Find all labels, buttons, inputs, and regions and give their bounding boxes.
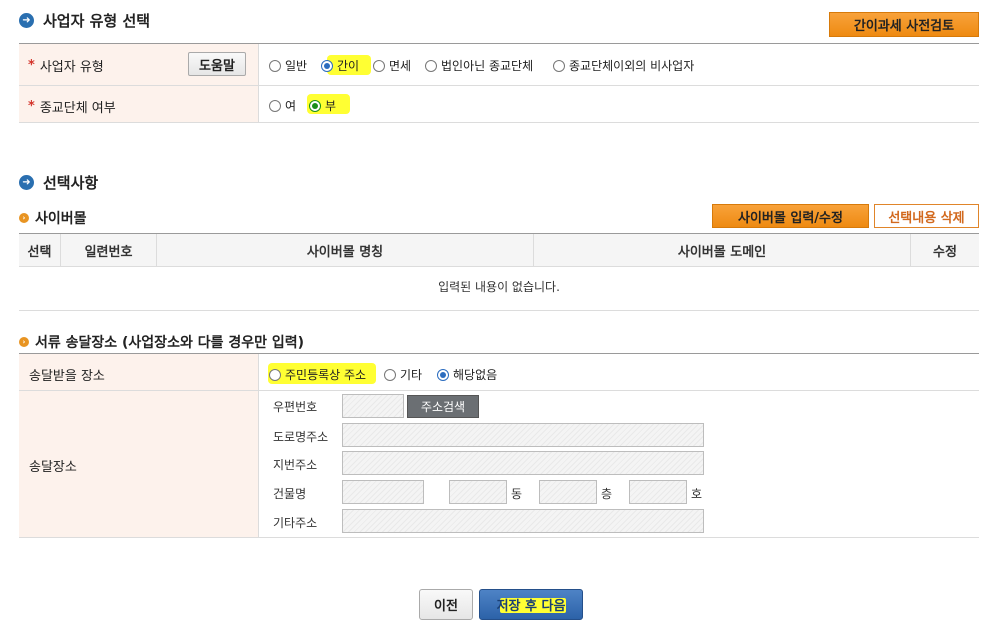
- receive-option-other[interactable]: 기타: [384, 366, 422, 383]
- radio-checked-icon[interactable]: [321, 59, 333, 72]
- lot-address-label: 지번주소: [273, 458, 318, 472]
- save-and-next-label: 저장 후 다음: [496, 599, 566, 614]
- ho-unit: 호: [691, 487, 703, 501]
- address-search-button[interactable]: 주소검색: [407, 395, 479, 418]
- required-mark: *: [28, 99, 35, 114]
- zip-label: 우편번호: [273, 400, 318, 414]
- religious-option-yes[interactable]: 여: [269, 97, 296, 114]
- floor-input[interactable]: [539, 480, 597, 504]
- divider: [19, 390, 979, 391]
- radio-icon[interactable]: [373, 59, 385, 72]
- divider: [19, 266, 979, 267]
- arrow-right-circle-icon: ➜: [19, 13, 34, 28]
- optional-section-title: ➜ 선택사항: [19, 172, 98, 193]
- business-type-option-religious-nonprofit[interactable]: 법인아닌 종교단체: [425, 57, 533, 74]
- ho-input[interactable]: [629, 480, 687, 504]
- business-type-label: * 사업자 유형: [28, 58, 104, 75]
- column-header-mall-name: 사이버몰 명칭: [157, 234, 534, 266]
- business-type-option-general[interactable]: 일반: [269, 57, 307, 74]
- receive-place-label: 송달받을 장소: [29, 369, 105, 384]
- zip-input[interactable]: [342, 394, 404, 418]
- building-name-input[interactable]: [342, 480, 424, 504]
- radio-icon[interactable]: [384, 368, 396, 381]
- bullet-circle-icon: ›: [19, 337, 29, 347]
- dong-unit: 동: [511, 487, 523, 501]
- divider: [19, 85, 979, 86]
- business-type-option-simplified[interactable]: 간이: [321, 57, 359, 74]
- cybermall-edit-button[interactable]: 사이버몰 입력/수정: [712, 204, 869, 228]
- divider: [19, 537, 979, 538]
- radio-icon[interactable]: [269, 99, 281, 112]
- bullet-circle-icon: ›: [19, 213, 29, 223]
- cybermall-subtitle: › 사이버몰: [19, 208, 87, 228]
- business-type-option-non-business[interactable]: 종교단체이외의 비사업자: [553, 57, 694, 74]
- radio-icon[interactable]: [269, 59, 281, 72]
- required-mark: *: [28, 58, 35, 73]
- save-and-next-button[interactable]: 저장 후 다음: [479, 589, 583, 620]
- dong-input[interactable]: [449, 480, 507, 504]
- radio-icon[interactable]: [553, 59, 565, 72]
- religious-option-no[interactable]: 부: [309, 97, 336, 114]
- receive-option-none[interactable]: 해당없음: [437, 366, 497, 383]
- other-address-label: 기타주소: [273, 516, 318, 530]
- column-header-edit: 수정: [911, 234, 979, 266]
- column-header-serial: 일련번호: [61, 234, 157, 266]
- delete-selection-button[interactable]: 선택내용 삭제: [874, 204, 979, 228]
- other-address-input[interactable]: [342, 509, 704, 533]
- empty-table-message: 입력된 내용이 없습니다.: [438, 280, 560, 294]
- divider: [19, 122, 979, 123]
- building-name-label: 건물명: [273, 487, 307, 501]
- previous-button[interactable]: 이전: [419, 589, 473, 620]
- road-address-input[interactable]: [342, 423, 704, 447]
- radio-checked-icon[interactable]: [309, 99, 321, 112]
- help-button[interactable]: 도움말: [188, 52, 246, 76]
- divider: [258, 354, 259, 537]
- floor-unit: 층: [601, 487, 613, 501]
- delivery-place-label: 송달장소: [29, 460, 77, 475]
- receive-option-resident-address[interactable]: 주민등록상 주소: [269, 366, 366, 383]
- religious-group-label: * 종교단체 여부: [28, 99, 116, 116]
- arrow-right-circle-icon: ➜: [19, 175, 34, 190]
- radio-icon[interactable]: [269, 368, 281, 381]
- radio-icon[interactable]: [425, 59, 437, 72]
- radio-checked-icon[interactable]: [437, 368, 449, 381]
- delivery-subtitle: › 서류 송달장소 (사업장소와 다를 경우만 입력): [19, 332, 304, 352]
- simplified-tax-precheck-button[interactable]: 간이과세 사전검토: [829, 12, 979, 37]
- business-type-option-exempt[interactable]: 면세: [373, 57, 411, 74]
- divider: [19, 310, 979, 311]
- divider: [258, 44, 259, 122]
- road-address-label: 도로명주소: [273, 430, 329, 444]
- column-header-mall-domain: 사이버몰 도메인: [534, 234, 911, 266]
- business-type-section-title: ➜ 사업자 유형 선택: [19, 10, 150, 31]
- lot-address-input[interactable]: [342, 451, 704, 475]
- column-header-select: 선택: [19, 234, 61, 266]
